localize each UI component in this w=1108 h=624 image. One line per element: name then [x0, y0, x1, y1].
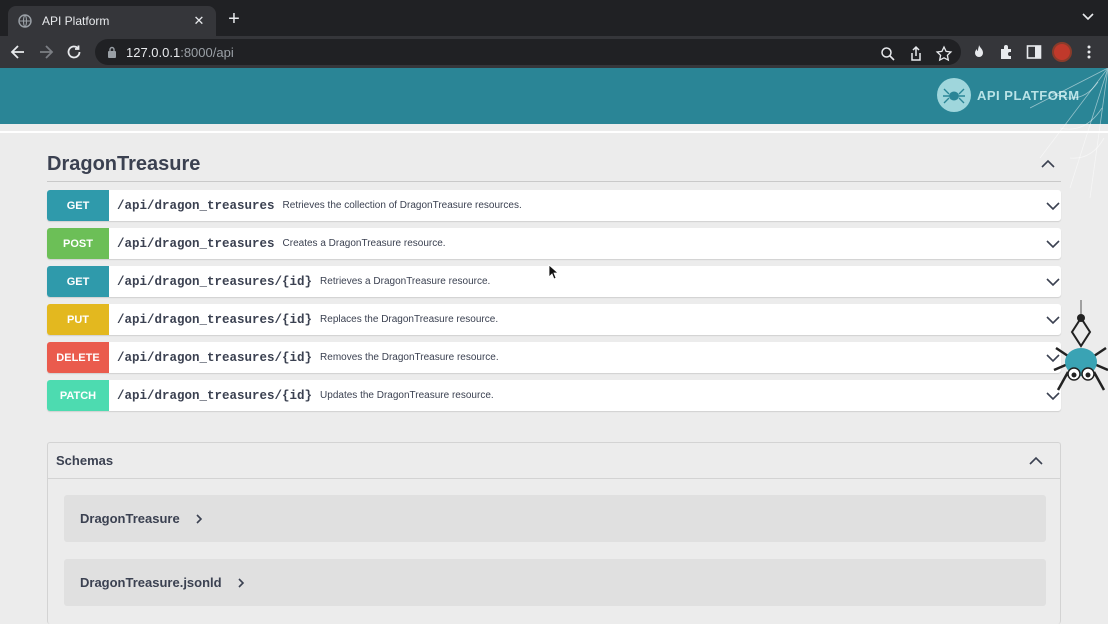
operation-path: /api/dragon_treasures/{id}	[117, 312, 313, 327]
operation-row[interactable]: POST /api/dragon_treasures Creates a Dra…	[47, 228, 1061, 259]
schema-model[interactable]: DragonTreasure.jsonld	[64, 559, 1046, 606]
operation-row[interactable]: PATCH /api/dragon_treasures/{id} Updates…	[47, 380, 1061, 411]
schemas-panel: Schemas DragonTreasure DragonTreasure.js…	[47, 442, 1061, 624]
operation-path: /api/dragon_treasures	[117, 198, 275, 213]
http-method-badge: DELETE	[47, 342, 109, 373]
flame-extension-icon[interactable]	[970, 43, 988, 61]
lock-icon	[108, 46, 116, 58]
share-icon[interactable]	[907, 45, 925, 63]
http-method-badge: GET	[47, 190, 109, 221]
browser-tab[interactable]: API Platform ✕	[8, 6, 216, 36]
bookmark-star-icon[interactable]	[935, 45, 953, 63]
section-title[interactable]: DragonTreasure	[47, 153, 200, 176]
forward-icon[interactable]	[36, 42, 56, 62]
browser-toolbar: 127.0.0.1:8000/api	[0, 36, 1108, 68]
chevron-up-icon[interactable]	[1028, 453, 1044, 469]
spider-logo-icon	[937, 78, 971, 112]
operation-row[interactable]: GET /api/dragon_treasures Retrieves the …	[47, 190, 1061, 221]
globe-icon	[18, 14, 32, 28]
chevron-right-icon[interactable]	[194, 513, 204, 524]
tab-title: API Platform	[42, 14, 110, 28]
back-icon[interactable]	[8, 42, 28, 62]
schemas-header[interactable]: Schemas	[48, 443, 1060, 479]
side-panel-icon[interactable]	[1025, 43, 1043, 61]
spider-web-decoration	[1030, 68, 1108, 199]
chevron-down-icon[interactable]	[1045, 274, 1061, 290]
operation-description: Retrieves the collection of DragonTreasu…	[282, 200, 522, 211]
operation-description: Replaces the DragonTreasure resource.	[320, 314, 499, 325]
chevron-down-icon[interactable]	[1045, 236, 1061, 252]
browser-tab-strip: API Platform ✕ +	[0, 0, 1108, 36]
operation-row[interactable]: DELETE /api/dragon_treasures/{id} Remove…	[47, 342, 1061, 373]
operation-description: Removes the DragonTreasure resource.	[320, 352, 499, 363]
schema-model-name: DragonTreasure	[80, 511, 180, 526]
operation-path: /api/dragon_treasures	[117, 236, 275, 251]
more-menu-icon[interactable]	[1080, 43, 1098, 61]
operation-description: Updates the DragonTreasure resource.	[320, 390, 494, 401]
schema-model-name: DragonTreasure.jsonld	[80, 575, 222, 590]
divider	[0, 131, 1108, 133]
http-method-badge: POST	[47, 228, 109, 259]
mouse-cursor-icon	[548, 264, 558, 280]
operation-description: Retrieves a DragonTreasure resource.	[320, 276, 491, 287]
url-path: :8000/api	[180, 44, 234, 60]
zoom-icon[interactable]	[879, 45, 897, 63]
new-tab-button[interactable]: +	[226, 9, 242, 29]
url-host: 127.0.0.1	[126, 44, 181, 60]
schemas-title: Schemas	[56, 453, 114, 468]
section-divider	[47, 181, 1061, 182]
profile-avatar[interactable]	[1052, 42, 1072, 62]
operation-row[interactable]: PUT /api/dragon_treasures/{id} Replaces …	[47, 304, 1061, 335]
http-method-badge: GET	[47, 266, 109, 297]
tab-search-chevron-icon[interactable]	[1082, 12, 1094, 22]
close-tab-icon[interactable]: ✕	[192, 13, 206, 29]
chevron-right-icon[interactable]	[236, 577, 246, 588]
http-method-badge: PATCH	[47, 380, 109, 411]
address-bar[interactable]: 127.0.0.1:8000/api	[95, 39, 961, 65]
operation-path: /api/dragon_treasures/{id}	[117, 350, 313, 365]
operation-path: /api/dragon_treasures/{id}	[117, 388, 313, 403]
operation-path: /api/dragon_treasures/{id}	[117, 274, 313, 289]
http-method-badge: PUT	[47, 304, 109, 335]
schema-model[interactable]: DragonTreasure	[64, 495, 1046, 542]
spider-mascot-icon	[1053, 300, 1108, 391]
reload-icon[interactable]	[64, 42, 84, 62]
extensions-puzzle-icon[interactable]	[998, 43, 1016, 61]
operation-description: Creates a DragonTreasure resource.	[282, 238, 446, 249]
